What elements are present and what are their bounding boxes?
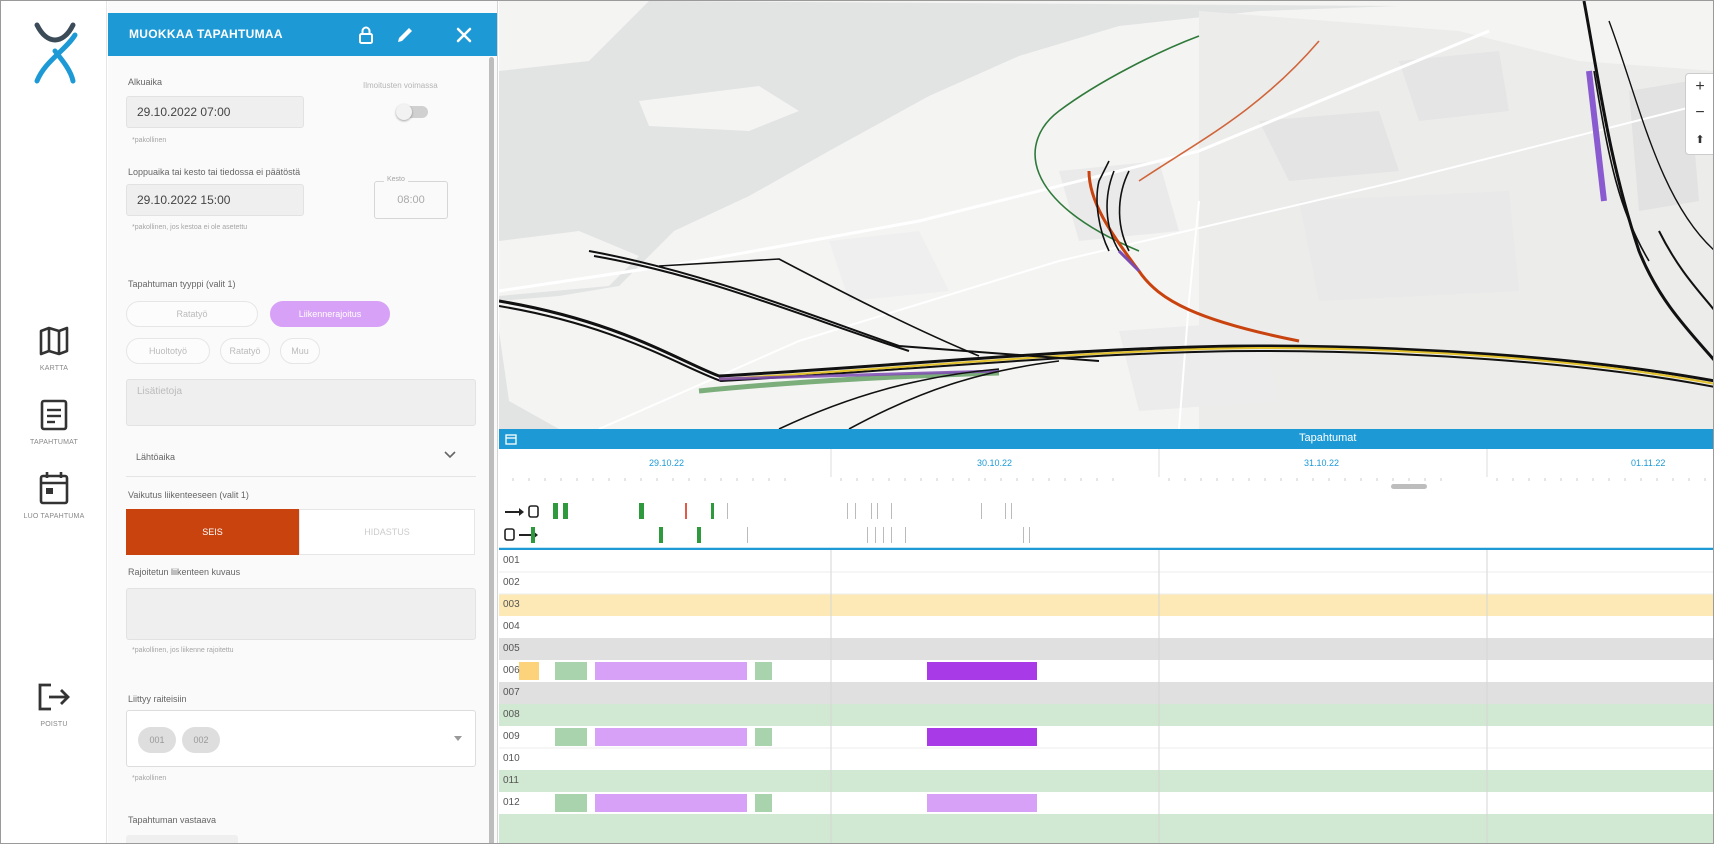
end-time-input[interactable]: 29.10.2022 15:00	[126, 184, 304, 216]
type-option-5[interactable]: Muu	[280, 338, 320, 364]
panel-scrollbar[interactable]	[489, 57, 494, 843]
end-time-label: Loppuaika tai kesto tai tiedossa ei päät…	[128, 167, 301, 177]
logout-icon	[38, 683, 70, 711]
effect-stop-label: SEIS	[202, 527, 223, 537]
nav-map[interactable]: KARTTA	[1, 323, 107, 372]
tracks-hint: *pakollinen	[132, 775, 167, 782]
type-option-2[interactable]: Liikennerajoitus	[270, 301, 390, 327]
type-option-3-label: Huoltotyö	[148, 346, 188, 356]
nav-events[interactable]: TAPAHTUMAT	[1, 397, 107, 446]
north-arrow-button[interactable]: ⬆	[1686, 126, 1713, 152]
duration-value: 08:00	[397, 194, 425, 206]
description-hint: *pakollinen, jos liikenne rajoitettu	[132, 647, 234, 654]
nav-map-label: KARTTA	[39, 365, 69, 372]
type-option-4[interactable]: Ratatyö	[220, 338, 270, 364]
nav-events-label: TAPAHTUMAT	[30, 439, 78, 446]
panel-header: MUOKKAA TAPAHTUMAA	[108, 13, 497, 56]
type-option-4-label: Ratatyö	[229, 346, 261, 356]
nav-logout[interactable]: POISTU	[1, 679, 107, 728]
logo-icon	[34, 22, 78, 84]
pencil-icon[interactable]	[394, 24, 416, 46]
tracks-select[interactable]	[126, 710, 476, 767]
calendar-icon	[39, 472, 69, 505]
track-row-label: 005	[503, 643, 520, 654]
track-chip-label: 002	[193, 735, 209, 745]
end-time-value: 29.10.2022 15:00	[137, 193, 231, 207]
edit-event-panel: MUOKKAA TAPAHTUMAA Alkuaika 29.10.2022 0…	[108, 1, 498, 843]
start-time-value: 29.10.2022 07:00	[137, 105, 231, 119]
track-chip-label: 001	[149, 735, 165, 745]
nav-create-event[interactable]: LUO TAPAHTUMA	[1, 469, 107, 520]
zoom-in-button[interactable]: +	[1686, 74, 1713, 100]
tracks-label: Liittyy raiteisiin	[128, 694, 187, 704]
map-zoom-controls: + − ⬆	[1685, 73, 1713, 155]
end-time-hint: *pakollinen, jos kestoa ei ole asetettu	[132, 224, 248, 231]
map-icon	[39, 326, 69, 356]
track-row-label: 008	[503, 709, 520, 720]
track-row-label: 012	[503, 797, 520, 808]
calendar-icon[interactable]	[504, 432, 518, 446]
start-time-input[interactable]: 29.10.2022 07:00	[126, 96, 304, 128]
map-canvas[interactable]	[499, 1, 1714, 429]
map-view[interactable]: + − ⬆	[499, 1, 1714, 429]
type-option-1-label: Ratatyö	[176, 309, 208, 319]
track-row-label: 004	[503, 621, 520, 632]
track-row-label: 002	[503, 577, 520, 588]
toggle-label: Ilmoitusten voimassa	[363, 81, 438, 90]
caret-down-icon[interactable]	[453, 735, 463, 743]
events-icon	[40, 399, 68, 431]
type-option-3[interactable]: Huoltotyö	[126, 338, 210, 364]
dropdown-label: Lähtöaika	[136, 452, 176, 462]
start-time-label: Alkuaika	[128, 77, 163, 87]
zoom-out-button[interactable]: −	[1686, 100, 1713, 126]
track-row-label: 006	[503, 665, 520, 676]
notes-input[interactable]: Lisätietoja	[126, 379, 476, 426]
effect-label: Vaikutus liikenteeseen (valit 1)	[128, 490, 249, 500]
event-type-label: Tapahtuman tyyppi (valit 1)	[128, 279, 236, 289]
track-chip[interactable]: 001	[138, 727, 176, 753]
nav-create-event-label: LUO TAPAHTUMA	[23, 513, 85, 520]
duration-label: Kesto	[384, 176, 408, 183]
nav-logout-label: POISTU	[40, 721, 68, 728]
track-row-label: 010	[503, 753, 520, 764]
timeline-panel: Tapahtumat 29.10.22 30.10.22 31.10.22 01…	[499, 429, 1714, 844]
timeline-header: Tapahtumat	[499, 429, 1713, 449]
panel-title: MUOKKAA TAPAHTUMAA	[129, 27, 283, 41]
start-time-hint: *pakollinen	[132, 137, 167, 144]
type-option-5-label: Muu	[291, 346, 309, 356]
app-window: KARTTA TAPAHTUMAT LUO TAPAHTUMA POISTU M…	[0, 0, 1714, 844]
type-option-2-label: Liikennerajoitus	[298, 309, 362, 319]
side-navigation: KARTTA TAPAHTUMAT LUO TAPAHTUMA POISTU	[1, 1, 107, 843]
responsible-label: Tapahtuman vastaava	[128, 815, 217, 825]
notifications-toggle[interactable]	[396, 104, 428, 120]
notes-placeholder: Lisätietoja	[137, 386, 183, 397]
description-input[interactable]	[126, 588, 476, 640]
lock-icon[interactable]	[355, 24, 377, 46]
duration-input[interactable]: 08:00	[374, 181, 448, 219]
effect-slow-button[interactable]: HIDASTUS	[299, 509, 475, 555]
effect-slow-label: HIDASTUS	[364, 527, 410, 537]
track-row-label: 003	[503, 599, 520, 610]
track-row-label: 007	[503, 687, 520, 698]
close-icon[interactable]	[453, 24, 475, 46]
timeline-title: Tapahtumat	[1299, 432, 1357, 444]
effect-stop-button[interactable]: SEIS	[126, 509, 299, 555]
track-row-label: 009	[503, 731, 520, 742]
track-row-label: 011	[503, 775, 519, 786]
divider	[126, 476, 476, 477]
type-option-1[interactable]: Ratatyö	[126, 301, 258, 327]
chevron-down-icon[interactable]	[443, 448, 457, 462]
responsible-input[interactable]	[126, 835, 238, 843]
timeline-canvas[interactable]	[499, 449, 1714, 844]
track-row-label: 001	[503, 555, 520, 566]
description-label: Rajoitetun liikenteen kuvaus	[128, 567, 241, 577]
track-chip[interactable]: 002	[182, 727, 220, 753]
